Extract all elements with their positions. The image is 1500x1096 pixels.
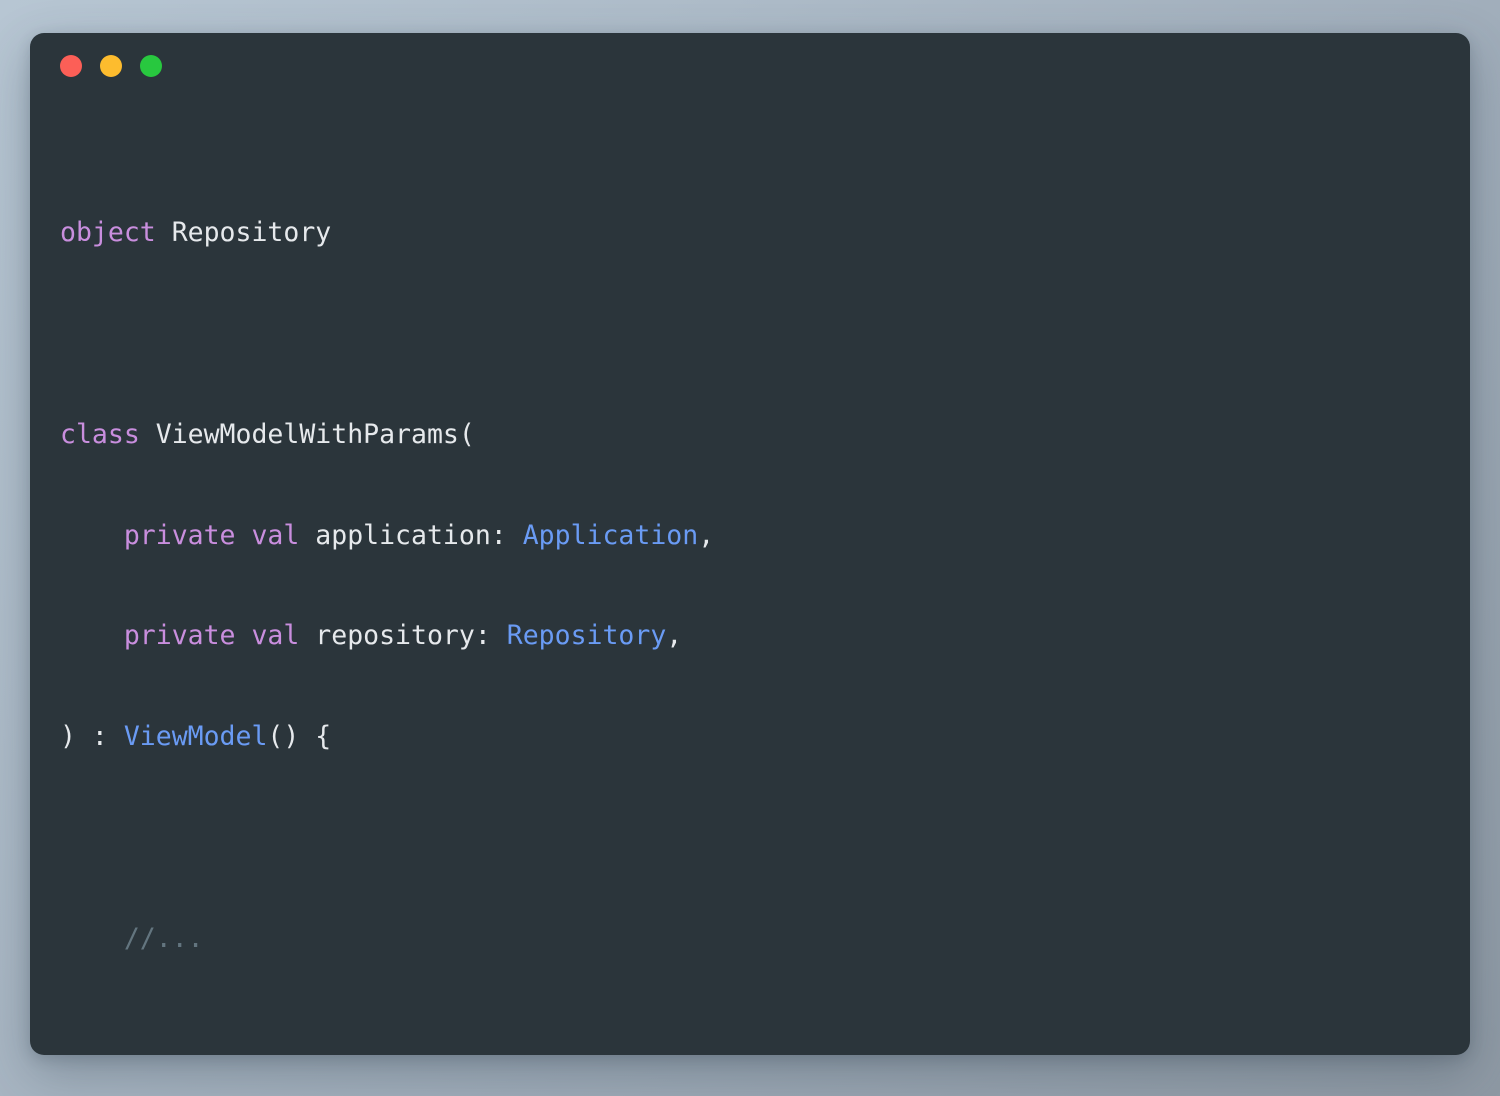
window-controls (60, 55, 162, 77)
code-line-1: object Repository (60, 216, 1470, 250)
code-token-plain: , (666, 620, 683, 652)
code-line-4: private val application: Application, (60, 519, 1470, 553)
code-token-plain: repository: (299, 620, 507, 652)
code-window: object Repository class ViewModelWithPar… (30, 33, 1470, 1055)
code-token-plain: ViewModelWithParams( (139, 418, 475, 450)
code-token-plain: ) : (60, 721, 124, 753)
code-token-kw: class (60, 418, 140, 450)
code-token-kw: private val (123, 519, 300, 551)
maximize-button[interactable] (140, 55, 162, 77)
minimize-button[interactable] (100, 55, 122, 77)
code-token-kw: private val (123, 620, 300, 652)
code-line-3: class ViewModelWithParams( (60, 418, 1470, 452)
code-line-6: ) : ViewModel() { (60, 720, 1470, 754)
code-token-plain: Repository (155, 217, 332, 249)
code-token-plain: , (698, 519, 715, 551)
code-token-type: ViewModel (123, 721, 268, 753)
code-token-type: Application (522, 519, 699, 551)
code-block[interactable]: object Repository class ViewModelWithPar… (30, 99, 1470, 1055)
code-token-cmt: //... (123, 922, 204, 954)
code-line-5: private val repository: Repository, (60, 619, 1470, 653)
close-button[interactable] (60, 55, 82, 77)
code-token-plain: () { (267, 721, 332, 753)
code-token-kw: object (60, 217, 156, 249)
code-line-8: //... (60, 922, 1470, 956)
code-token-type: Repository (506, 620, 667, 652)
window-titlebar (30, 33, 1470, 99)
code-token-plain: application: (299, 519, 523, 551)
